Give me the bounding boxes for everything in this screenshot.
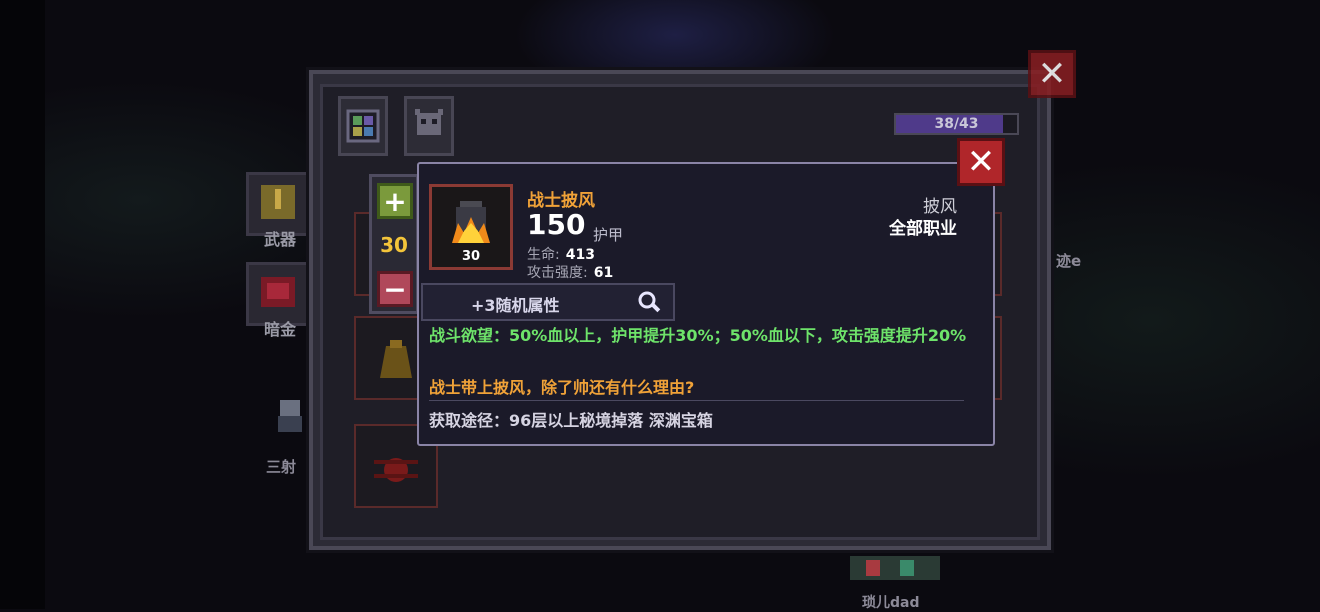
bag-tab[interactable] (338, 96, 388, 156)
stepper-value: 30 (380, 233, 408, 257)
level-stepper: + 30 − (369, 174, 419, 314)
stat-attack: 攻击强度: 61 (527, 262, 613, 282)
character-sprite (846, 552, 944, 584)
increase-button[interactable]: + (377, 183, 413, 219)
decrease-button[interactable]: − (377, 271, 413, 307)
stat-health: 生命: 413 (527, 244, 595, 264)
minus-icon: − (383, 272, 407, 306)
left-edge (0, 0, 45, 609)
cloak-icon (452, 201, 490, 243)
stat-label: 生命: (527, 247, 560, 263)
bag-grid-icon (346, 109, 380, 143)
stat-value: 413 (565, 247, 595, 263)
flavor-text: 战士带上披风，除了帅还有什么理由? (429, 378, 695, 397)
item-class: 全部职业 (889, 219, 957, 239)
divider (429, 400, 964, 401)
armor-value: 150 (527, 208, 586, 241)
plus-icon: + (383, 184, 407, 218)
close-icon: ✕ (1037, 54, 1067, 94)
item-tooltip: 30 战士披风 150 护甲 生命: 413 攻击强度: 61 披风 全部职业 +3… (417, 162, 995, 446)
capacity-text: 38/43 (934, 116, 979, 132)
monster-icon (415, 109, 443, 135)
player-name-bottom: 琐儿dad (862, 595, 920, 611)
item-level: 30 (461, 249, 481, 264)
knight-icon (272, 396, 308, 436)
random-attributes-text: +3随机属性 (471, 296, 560, 315)
dark-gold-tab-label: 暗金 (263, 320, 296, 339)
close-icon: ✕ (966, 142, 996, 182)
weapon-icon (261, 185, 295, 219)
armor-label: 护甲 (593, 226, 624, 244)
pet-tab[interactable] (404, 96, 454, 156)
tooltip-close-button[interactable]: ✕ (957, 138, 1005, 186)
player-name-right: 迹e (1056, 252, 1082, 270)
chest-icon (261, 277, 295, 307)
panel-close-button[interactable]: ✕ (1028, 50, 1076, 98)
random-attributes-row[interactable]: +3随机属性 (421, 283, 675, 321)
item-icon-frame[interactable]: 30 (429, 184, 513, 270)
triple-shot-label: 三射 (266, 458, 297, 476)
drop-source: 获取途径：96层以上秘境掉落 深渊宝箱 (429, 411, 713, 430)
effect-description: 战斗欲望：50%血以上，护甲提升30%；50%血以下，攻击强度提升20% (429, 326, 967, 345)
weapon-tab-label: 武器 (263, 230, 296, 249)
magnifier-icon[interactable] (637, 290, 663, 316)
stat-label: 攻击强度: (527, 265, 588, 281)
capacity-bar: 38/43 (894, 113, 1019, 135)
stat-value: 61 (593, 265, 614, 281)
